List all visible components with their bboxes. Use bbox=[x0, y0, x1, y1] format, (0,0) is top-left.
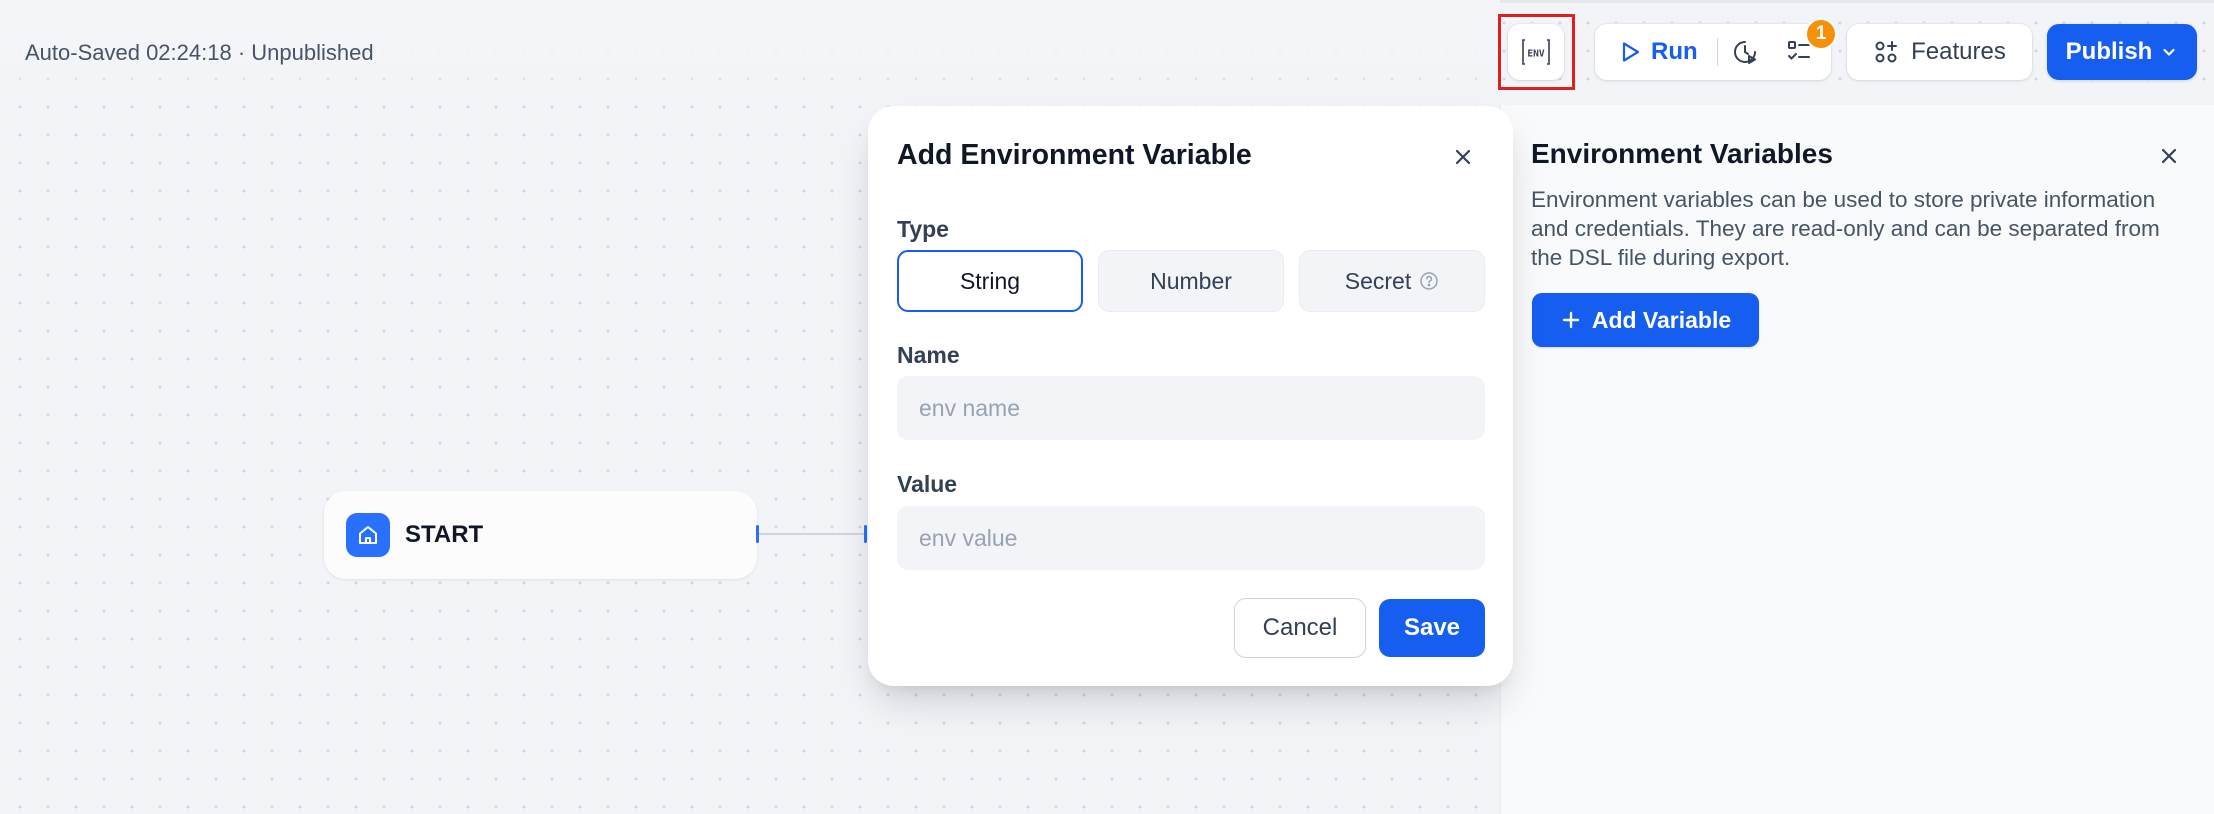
type-option-label: Number bbox=[1150, 267, 1232, 294]
autosave-status: Auto-Saved 02:24:18 · Unpublished bbox=[25, 40, 374, 65]
features-label: Features bbox=[1911, 38, 2006, 65]
env-panel-description: Environment variables can be used to sto… bbox=[1531, 187, 2160, 270]
chevron-down-icon bbox=[2163, 48, 2175, 56]
environment-variables-panel: Environment Variables Environment variab… bbox=[1500, 105, 2214, 814]
next-node-input-handle[interactable] bbox=[864, 525, 867, 543]
close-icon[interactable] bbox=[2156, 143, 2182, 169]
help-circle-icon bbox=[1420, 272, 1438, 290]
run-label: Run bbox=[1651, 38, 1698, 65]
cancel-button[interactable]: Cancel bbox=[1235, 599, 1365, 657]
type-option-secret[interactable]: Secret bbox=[1299, 250, 1485, 312]
start-node[interactable]: START bbox=[324, 491, 757, 579]
publish-label: Publish bbox=[2065, 38, 2153, 65]
value-label: Value bbox=[897, 471, 958, 497]
run-history-button[interactable] bbox=[1718, 24, 1772, 80]
start-node-label: START bbox=[405, 521, 484, 548]
add-variable-button[interactable]: Add Variable bbox=[1532, 293, 1759, 347]
env-name-input[interactable] bbox=[897, 376, 1485, 440]
history-play-icon bbox=[1734, 41, 1756, 64]
features-button[interactable]: Features bbox=[1847, 24, 2032, 80]
run-button[interactable]: Run bbox=[1595, 38, 1717, 66]
type-option-label: Secret bbox=[1344, 267, 1412, 294]
run-toolbar: Run bbox=[1595, 24, 1831, 80]
play-icon bbox=[1622, 42, 1640, 62]
type-option-label: String bbox=[959, 267, 1021, 294]
add-env-variable-modal: Add Environment Variable Type String Num… bbox=[868, 106, 1513, 686]
issues-count-badge: 1 bbox=[1805, 18, 1837, 50]
type-option-string[interactable]: String bbox=[897, 250, 1083, 312]
env-panel-title: Environment Variables bbox=[1531, 138, 1833, 169]
publish-button[interactable]: Publish bbox=[2047, 24, 2197, 80]
features-icon bbox=[1875, 41, 1898, 63]
add-variable-label: Add Variable bbox=[1591, 306, 1732, 333]
modal-title: Add Environment Variable bbox=[897, 139, 1252, 171]
workflow-edge[interactable] bbox=[759, 533, 867, 535]
name-label: Name bbox=[897, 342, 960, 368]
env-button-highlight bbox=[1498, 14, 1575, 90]
plus-icon bbox=[1562, 311, 1580, 329]
save-button[interactable]: Save bbox=[1379, 599, 1485, 657]
close-icon[interactable] bbox=[1450, 144, 1476, 170]
home-icon bbox=[346, 513, 390, 557]
type-option-number[interactable]: Number bbox=[1098, 250, 1284, 312]
type-label: Type bbox=[897, 216, 949, 242]
env-value-input[interactable] bbox=[897, 506, 1485, 570]
